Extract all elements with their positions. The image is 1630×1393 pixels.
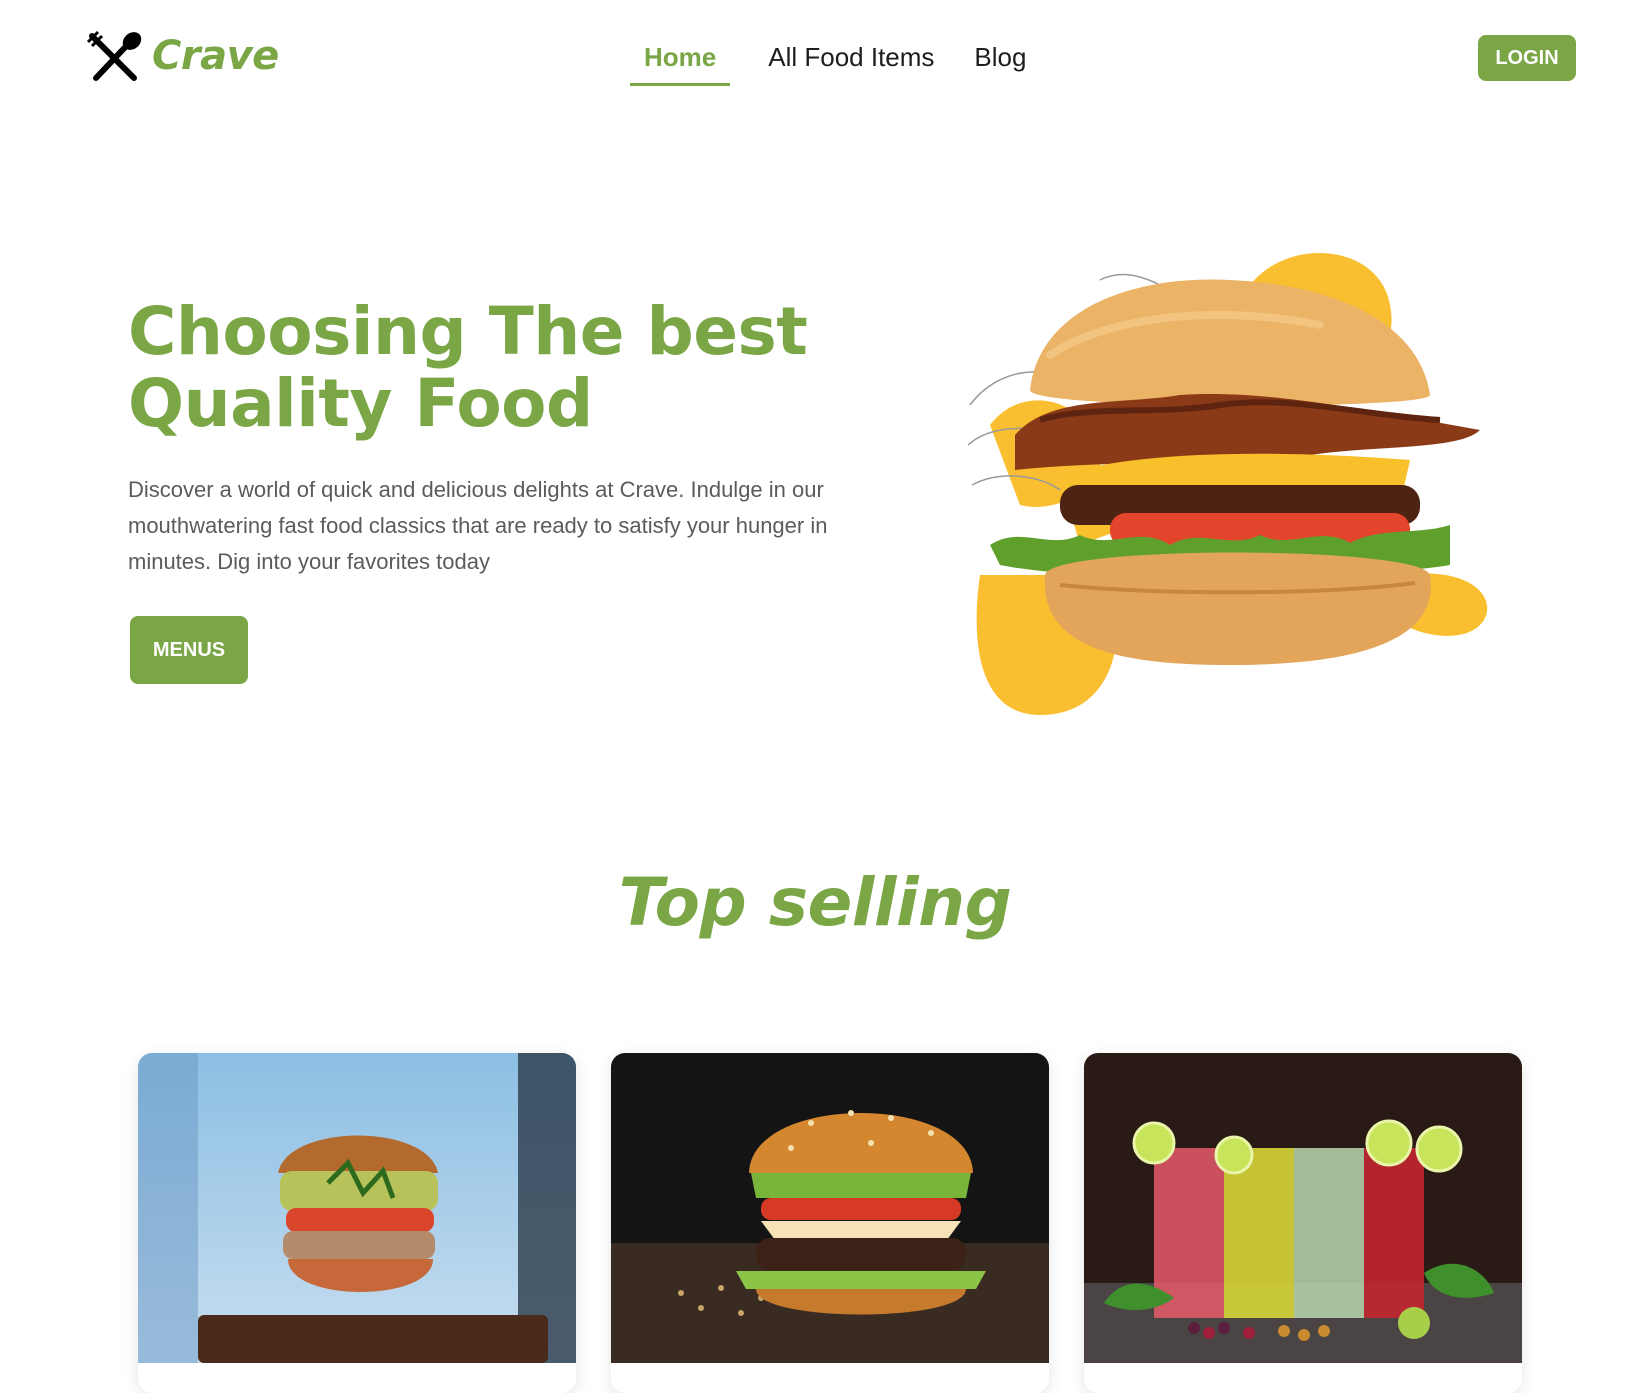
- brand-logo[interactable]: Crave: [86, 30, 279, 82]
- hero-title: Choosing The best Quality Food: [128, 293, 808, 442]
- top-selling-title: Top selling: [618, 864, 1012, 941]
- main-nav: Home All Food Items Blog: [630, 38, 1064, 86]
- nav-item-all-food-items[interactable]: All Food Items: [766, 38, 936, 83]
- hero-burger-image: [967, 252, 1488, 715]
- login-button[interactable]: LOGIN: [1478, 35, 1576, 81]
- nav-item-home[interactable]: Home: [630, 38, 731, 86]
- food-card[interactable]: [611, 1053, 1049, 1393]
- brand-name: Crave: [152, 33, 279, 79]
- hero-description: Discover a world of quick and delicious …: [128, 477, 828, 574]
- food-card[interactable]: [138, 1053, 576, 1393]
- fork-spoon-icon: [86, 30, 142, 81]
- menus-button[interactable]: MENUS: [130, 616, 248, 684]
- gourmet-burger-image: [138, 1053, 576, 1363]
- food-card[interactable]: [1084, 1053, 1522, 1393]
- site-header: Crave Home All Food Items Blog LOGIN: [0, 0, 1630, 120]
- classic-burger-image: [611, 1053, 1049, 1363]
- mojito-drinks-image: [1084, 1053, 1522, 1363]
- nav-item-blog[interactable]: Blog: [972, 38, 1028, 83]
